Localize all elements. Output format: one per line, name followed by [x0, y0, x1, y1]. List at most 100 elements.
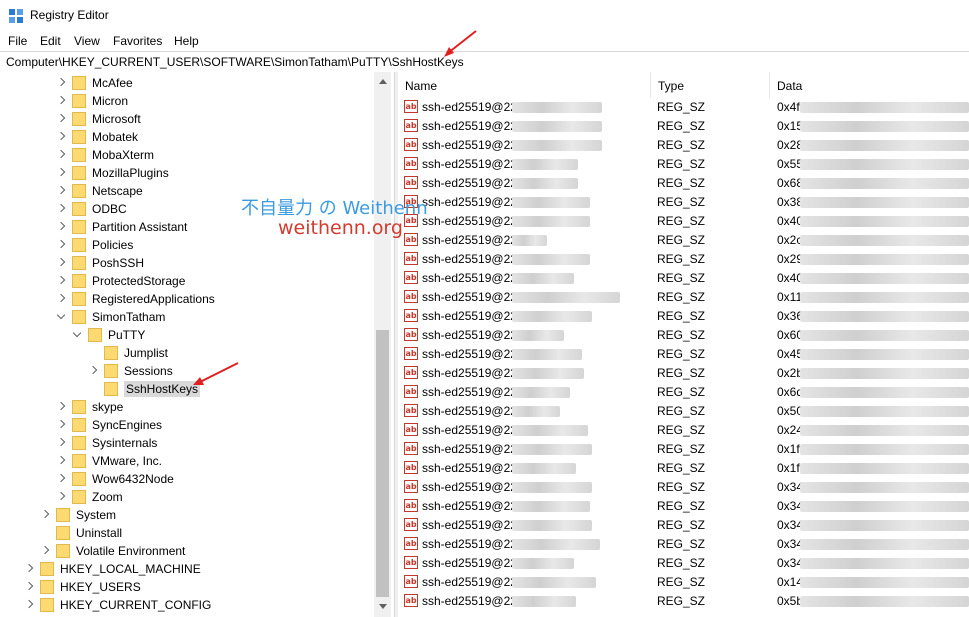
menu-edit[interactable]: Edit [40, 34, 61, 48]
value-row[interactable]: ab ssh-ed25519@22: REG_SZ 0x34 [398, 478, 969, 497]
chevron-right-icon[interactable] [56, 240, 66, 250]
value-row[interactable]: ab ssh-ed25519@22: REG_SZ 0x2c [398, 231, 969, 250]
tree-item[interactable]: HKEY_CURRENT_CONFIG [24, 596, 211, 614]
chevron-right-icon[interactable] [56, 150, 66, 160]
chevron-right-icon[interactable] [56, 438, 66, 448]
value-row[interactable]: ab ssh-ed25519@22: REG_SZ 0x24 [398, 421, 969, 440]
value-row[interactable]: ab ssh-ed25519@22: REG_SZ 0x68 [398, 174, 969, 193]
values-list[interactable]: Name Type Data ab ssh-ed25519@22: REG_SZ 0x… [398, 72, 969, 617]
chevron-right-icon[interactable] [56, 168, 66, 178]
tree-item[interactable]: Wow6432Node [56, 470, 174, 488]
chevron-right-icon[interactable] [24, 582, 34, 592]
tree-item[interactable]: Mobatek [56, 128, 138, 146]
tree-item[interactable]: SyncEngines [56, 416, 162, 434]
value-row[interactable]: ab ssh-ed25519@22: REG_SZ 0x1f [398, 459, 969, 478]
chevron-right-icon[interactable] [56, 474, 66, 484]
chevron-right-icon[interactable] [56, 114, 66, 124]
tree-item[interactable]: MozillaPlugins [56, 164, 169, 182]
scrollbar-thumb[interactable] [376, 330, 389, 597]
value-row[interactable]: ab ssh-ed25519@22: REG_SZ 0x60 [398, 326, 969, 345]
chevron-right-icon[interactable] [56, 420, 66, 430]
value-row[interactable]: ab ssh-ed25519@22: REG_SZ 0x36 [398, 307, 969, 326]
scroll-down-icon[interactable] [379, 604, 387, 609]
chevron-right-icon[interactable] [56, 258, 66, 268]
tree-item[interactable]: ODBC [56, 200, 127, 218]
chevron-right-icon[interactable] [56, 222, 66, 232]
menu-view[interactable]: View [74, 34, 100, 48]
chevron-right-icon[interactable] [56, 456, 66, 466]
value-row[interactable]: ab ssh-ed25519@22: REG_SZ 0x1f [398, 440, 969, 459]
value-row[interactable]: ab ssh-ed25519@22: REG_SZ 0x5b [398, 592, 969, 611]
tree-item[interactable]: PoshSSH [56, 254, 144, 272]
chevron-right-icon[interactable] [88, 366, 98, 376]
chevron-right-icon[interactable] [56, 78, 66, 88]
tree-item[interactable]: HKEY_LOCAL_MACHINE [24, 560, 201, 578]
chevron-right-icon[interactable] [56, 402, 66, 412]
value-row[interactable]: ab ssh-ed25519@22: REG_SZ 0x40 [398, 212, 969, 231]
column-header-data[interactable]: Data [770, 72, 969, 98]
value-row[interactable]: ab ssh-ed25519@22: REG_SZ 0x34 [398, 554, 969, 573]
tree-item[interactable]: HKEY_USERS [24, 578, 141, 596]
value-row[interactable]: ab ssh-ed25519@22: REG_SZ 0x28 [398, 136, 969, 155]
menu-file[interactable]: File [8, 34, 27, 48]
chevron-right-icon[interactable] [40, 510, 50, 520]
chevron-right-icon[interactable] [40, 546, 50, 556]
tree-item[interactable]: MobaXterm [56, 146, 154, 164]
value-row[interactable]: ab ssh-ed25519@22: REG_SZ 0x34 [398, 497, 969, 516]
tree-item[interactable]: Jumplist [88, 344, 168, 362]
tree-item[interactable]: Sessions [88, 362, 173, 380]
tree-item[interactable]: Netscape [56, 182, 143, 200]
tree-item[interactable]: SimonTatham [56, 308, 165, 326]
tree-item[interactable]: Microsoft [56, 110, 141, 128]
chevron-right-icon[interactable] [56, 186, 66, 196]
tree-item[interactable]: Micron [56, 92, 128, 110]
tree-item[interactable]: ProtectedStorage [56, 272, 185, 290]
chevron-right-icon[interactable] [56, 294, 66, 304]
tree-item[interactable]: Uninstall [40, 524, 122, 542]
value-row[interactable]: ab ssh-ed25519@22: REG_SZ 0x40 [398, 269, 969, 288]
value-row[interactable]: ab ssh-ed25519@22: REG_SZ 0x34 [398, 535, 969, 554]
tree-item[interactable]: SshHostKeys [88, 380, 201, 398]
value-row[interactable]: ab ssh-ed25519@22: REG_SZ 0x55 [398, 155, 969, 174]
address-bar[interactable]: Computer\HKEY_CURRENT_USER\SOFTWARE\Simo… [0, 51, 969, 73]
chevron-right-icon[interactable] [24, 600, 34, 610]
value-row[interactable]: ab ssh-ed25519@22: REG_SZ 0x29 [398, 250, 969, 269]
chevron-right-icon[interactable] [56, 276, 66, 286]
value-row[interactable]: ab ssh-ed25519@22: REG_SZ 0x6d [398, 383, 969, 402]
tree-item[interactable]: Partition Assistant [56, 218, 187, 236]
menu-help[interactable]: Help [174, 34, 199, 48]
value-row[interactable]: ab ssh-ed25519@22: REG_SZ 0x2b [398, 364, 969, 383]
address-path[interactable]: Computer\HKEY_CURRENT_USER\SOFTWARE\Simo… [6, 55, 464, 69]
registry-tree[interactable]: McAfee Micron Microsoft Mobatek MobaXterm Moz… [0, 72, 394, 617]
tree-item[interactable]: skype [56, 398, 123, 416]
chevron-right-icon[interactable] [56, 492, 66, 502]
chevron-right-icon[interactable] [56, 132, 66, 142]
value-row[interactable]: ab ssh-ed25519@22: REG_SZ 0x15 [398, 117, 969, 136]
tree-item[interactable]: Sysinternals [56, 434, 157, 452]
tree-item[interactable]: Policies [56, 236, 133, 254]
chevron-down-icon[interactable] [56, 312, 66, 322]
scroll-up-icon[interactable] [379, 79, 387, 84]
chevron-right-icon[interactable] [56, 96, 66, 106]
value-row[interactable]: ab ssh-ed25519@22: REG_SZ 0x4f [398, 98, 969, 117]
chevron-right-icon[interactable] [24, 564, 34, 574]
value-row[interactable]: ab ssh-ed25519@22: REG_SZ 0x45 [398, 345, 969, 364]
column-header-type[interactable]: Type [651, 72, 770, 98]
value-row[interactable]: ab ssh-ed25519@22: REG_SZ 0x11 [398, 288, 969, 307]
tree-item[interactable]: VMware, Inc. [56, 452, 162, 470]
tree-item[interactable]: McAfee [56, 74, 133, 92]
tree-item[interactable]: Zoom [56, 488, 123, 506]
value-row[interactable]: ab ssh-ed25519@22: REG_SZ 0x50 [398, 402, 969, 421]
tree-item[interactable]: Volatile Environment [40, 542, 185, 560]
tree-item[interactable]: RegisteredApplications [56, 290, 215, 308]
value-row[interactable]: ab ssh-ed25519@22: REG_SZ 0x34 [398, 516, 969, 535]
tree-item[interactable]: System [40, 506, 116, 524]
value-row[interactable]: ab ssh-ed25519@22: REG_SZ 0x14 [398, 573, 969, 592]
chevron-down-icon[interactable] [72, 330, 82, 340]
tree-item[interactable]: PuTTY [72, 326, 145, 344]
column-header-name[interactable]: Name [398, 72, 651, 98]
menu-favorites[interactable]: Favorites [113, 34, 162, 48]
chevron-right-icon[interactable] [56, 204, 66, 214]
tree-scrollbar[interactable] [374, 72, 391, 617]
value-row[interactable]: ab ssh-ed25519@22: REG_SZ 0x38 [398, 193, 969, 212]
